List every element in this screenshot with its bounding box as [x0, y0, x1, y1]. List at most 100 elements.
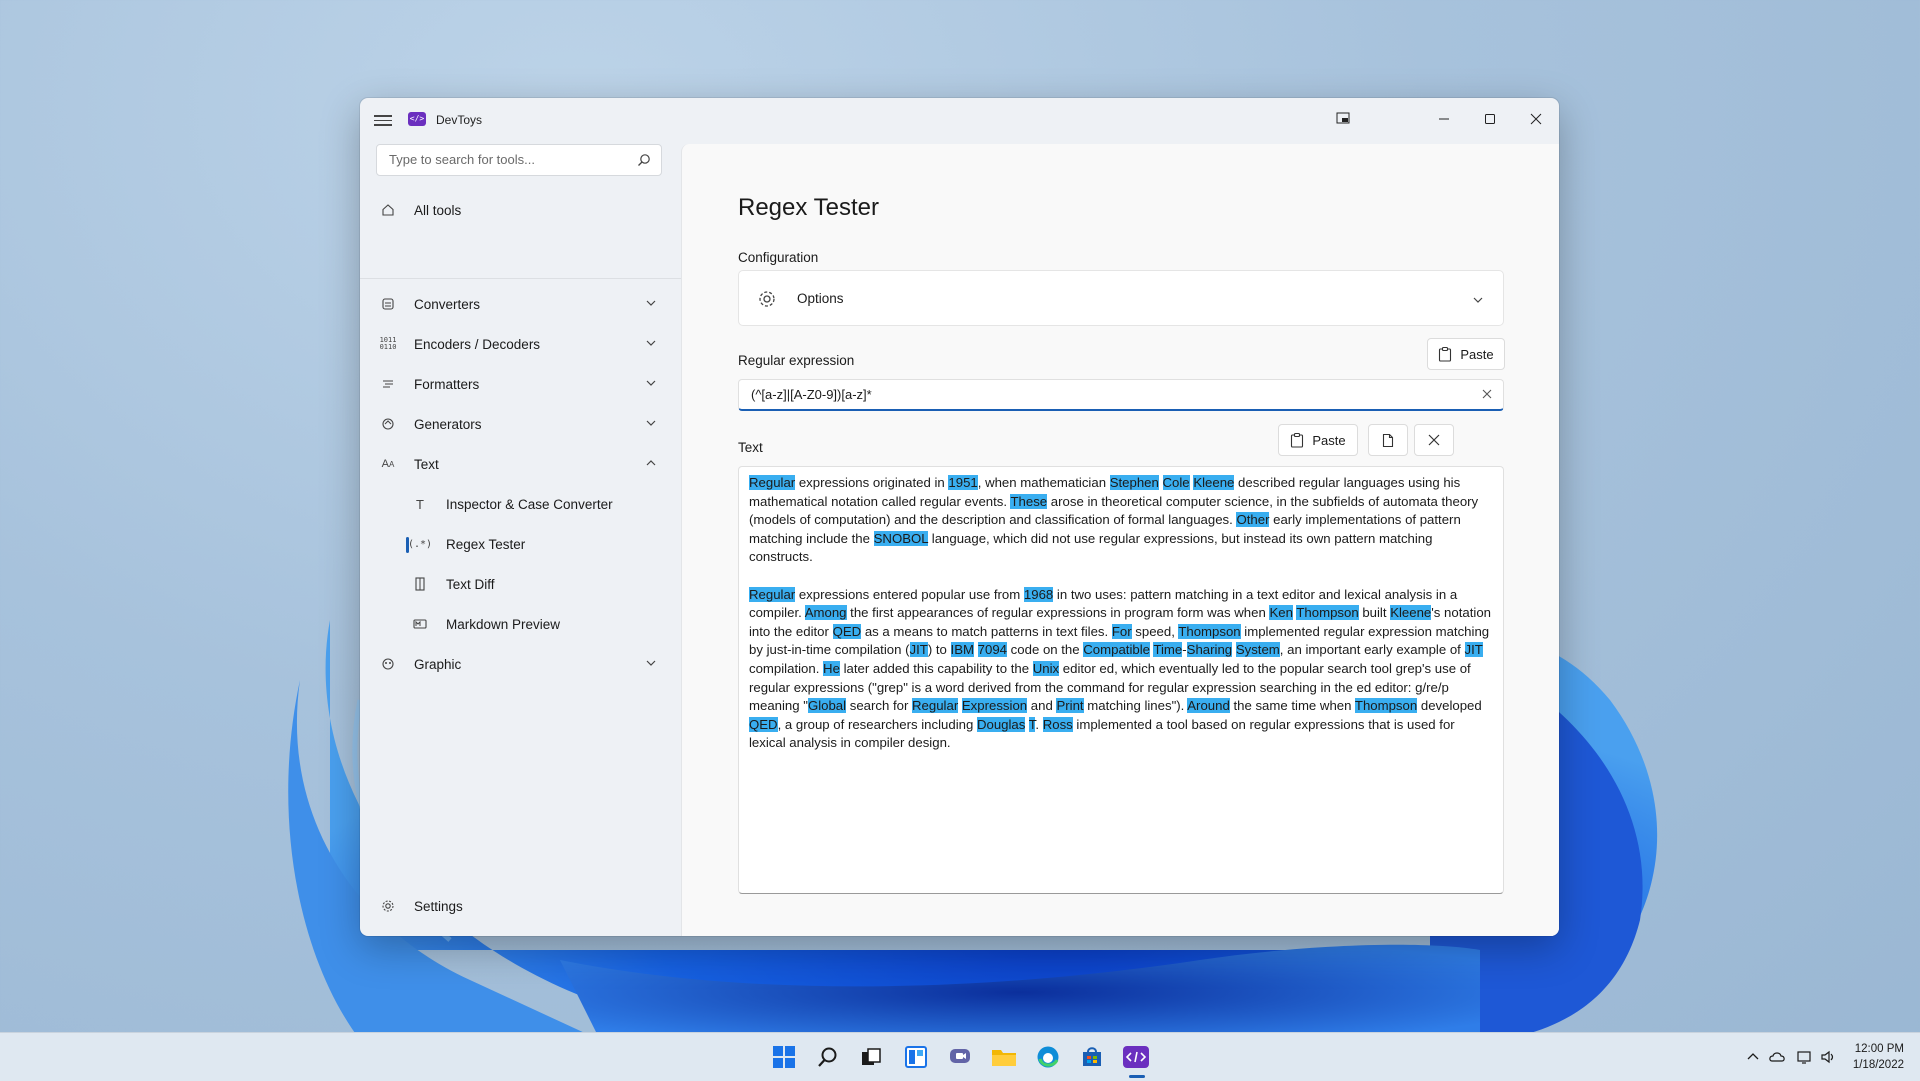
nav-converters-label: Converters	[414, 296, 481, 312]
regex-match: Regular	[912, 698, 959, 714]
markdown-icon	[412, 616, 428, 632]
regex-paste-button[interactable]: Paste	[1427, 338, 1505, 370]
text-segment: speed,	[1131, 623, 1179, 639]
nav-inspector-case-converter[interactable]: T Inspector & Case Converter	[368, 486, 672, 522]
text-input-area[interactable]: Regular expressions originated in 1951, …	[738, 466, 1504, 894]
text-segment: matching lines").	[1083, 698, 1188, 714]
gear-icon	[380, 898, 396, 914]
regex-match: JIT	[1464, 642, 1483, 658]
volume-icon[interactable]	[1820, 1049, 1836, 1065]
nav-settings-label: Settings	[414, 898, 463, 914]
chevron-up-icon[interactable]	[1745, 1049, 1761, 1065]
regex-match: For	[1111, 623, 1132, 639]
chevron-down-icon	[646, 660, 656, 666]
text-paragraph: Regular expressions entered popular use …	[749, 586, 1493, 753]
nav-generators-label: Generators	[414, 416, 482, 432]
text-diff-icon	[412, 576, 428, 592]
regex-match: Kleene	[1390, 605, 1432, 621]
file-explorer-icon[interactable]	[990, 1043, 1018, 1071]
nav-markdown-label: Markdown Preview	[446, 616, 561, 632]
nav-text[interactable]: AA Text	[368, 446, 672, 482]
maximize-icon	[1485, 114, 1495, 124]
nav-regex-label: Regex Tester	[446, 536, 526, 552]
nav-all-tools[interactable]: All tools	[368, 192, 672, 228]
tool-search-box[interactable]	[376, 144, 662, 176]
encoders-icon: 1011 0110	[379, 336, 397, 351]
home-icon	[380, 202, 396, 218]
nav-text-label: Text	[414, 456, 439, 472]
nav-settings[interactable]: Settings	[368, 888, 672, 924]
minimize-button[interactable]	[1421, 104, 1467, 134]
system-clock[interactable]: 12:00 PM 1/18/2022	[1853, 1041, 1904, 1073]
regex-match: Ross	[1042, 716, 1073, 732]
paste-icon	[1439, 346, 1452, 362]
close-window-button[interactable]	[1513, 104, 1559, 134]
regex-match: QED	[749, 716, 778, 732]
regex-match: Regular	[749, 586, 796, 602]
regex-input-box[interactable]	[738, 379, 1504, 411]
clear-text-button[interactable]	[1414, 424, 1454, 456]
chevron-up-icon	[646, 460, 656, 466]
compact-overlay-button[interactable]	[1320, 104, 1366, 134]
hamburger-menu-icon[interactable]	[374, 112, 392, 130]
title-bar: </> DevToys	[360, 98, 1559, 144]
regex-match: Kleene	[1193, 475, 1235, 490]
text-segment: expressions entered popular use from	[795, 586, 1024, 602]
nav-markdown-preview[interactable]: Markdown Preview	[368, 606, 672, 642]
text-segment: the same time when	[1229, 698, 1355, 714]
clear-icon[interactable]	[1481, 388, 1493, 400]
options-label: Options	[797, 291, 844, 306]
regex-match: SNOBOL	[873, 530, 929, 546]
nav-encoders-decoders[interactable]: 1011 0110 Encoders / Decoders	[368, 326, 672, 362]
text-segment: , an important early example of	[1279, 642, 1465, 658]
edge-icon[interactable]	[1034, 1043, 1062, 1071]
nav-regex-tester[interactable]: (.*) Regex Tester	[368, 526, 672, 562]
regex-match: Compatible	[1083, 642, 1150, 658]
text-paste-button[interactable]: Paste	[1278, 424, 1358, 456]
generators-icon	[380, 416, 396, 432]
main-content: Regex Tester Configuration Options Regul…	[681, 144, 1559, 936]
search-icon[interactable]	[637, 153, 651, 167]
chat-icon[interactable]	[946, 1043, 974, 1071]
network-icon[interactable]	[1797, 1049, 1813, 1065]
regex-match: Sharing	[1186, 642, 1233, 658]
widgets-icon[interactable]	[902, 1043, 930, 1071]
regex-match: 1951	[948, 475, 978, 490]
regex-match: QED	[832, 623, 862, 639]
regex-match: JIT	[909, 642, 928, 658]
regex-match: Time	[1153, 642, 1183, 658]
onedrive-icon[interactable]	[1769, 1049, 1785, 1065]
text-segment: , when mathematician	[977, 475, 1110, 490]
task-view-icon[interactable]	[857, 1043, 885, 1071]
sidebar-divider	[360, 278, 681, 279]
text-segment: code on the	[1007, 642, 1084, 658]
configuration-label: Configuration	[738, 250, 819, 265]
nav-text-diff[interactable]: Text Diff	[368, 566, 672, 602]
text-segment: developed	[1417, 698, 1482, 714]
regex-match: Print	[1056, 698, 1084, 714]
regex-match: Stephen	[1109, 475, 1159, 490]
chevron-down-icon	[1473, 297, 1483, 303]
search-icon[interactable]	[814, 1043, 842, 1071]
regex-match: Global	[807, 698, 847, 714]
regex-label: Regular expression	[738, 353, 855, 368]
devtoys-icon[interactable]	[1122, 1043, 1150, 1071]
chevron-down-icon	[646, 380, 656, 386]
regex-match: Regular	[749, 475, 796, 490]
close-icon	[1530, 113, 1542, 125]
chevron-down-icon	[646, 340, 656, 346]
text-paragraph: Regular expressions originated in 1951, …	[749, 474, 1493, 567]
converters-icon	[380, 296, 396, 312]
text-segment: -	[1182, 642, 1187, 658]
start-icon[interactable]	[770, 1043, 798, 1071]
maximize-button[interactable]	[1467, 104, 1513, 134]
nav-converters[interactable]: Converters	[368, 286, 672, 322]
nav-graphic[interactable]: Graphic	[368, 646, 672, 682]
nav-formatters[interactable]: Formatters	[368, 366, 672, 402]
store-icon[interactable]	[1078, 1043, 1106, 1071]
regex-input[interactable]	[749, 386, 1453, 403]
tool-search-input[interactable]	[387, 151, 631, 168]
nav-generators[interactable]: Generators	[368, 406, 672, 442]
options-expander[interactable]: Options	[738, 270, 1504, 326]
open-file-button[interactable]	[1368, 424, 1408, 456]
